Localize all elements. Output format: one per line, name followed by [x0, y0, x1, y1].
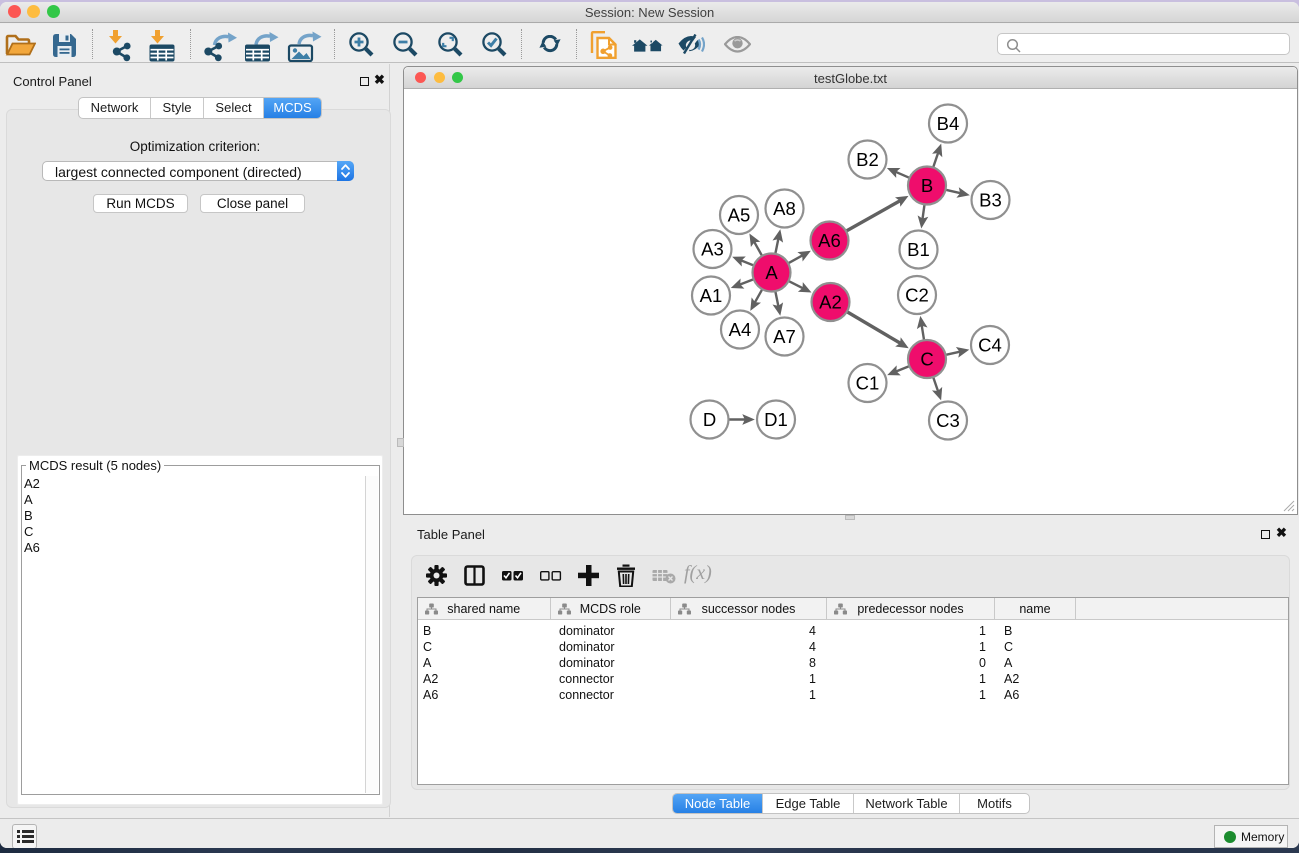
svg-text:C4: C4: [978, 335, 1002, 356]
svg-text:B: B: [921, 175, 933, 196]
svg-text:B3: B3: [979, 190, 1002, 211]
svg-text:A7: A7: [773, 326, 796, 347]
svg-text:D1: D1: [764, 409, 788, 430]
svg-text:A2: A2: [819, 292, 842, 313]
svg-text:B1: B1: [907, 239, 930, 260]
svg-text:C1: C1: [856, 373, 880, 394]
svg-text:B2: B2: [856, 149, 879, 170]
svg-text:B4: B4: [937, 113, 960, 134]
svg-text:A5: A5: [728, 205, 751, 226]
svg-text:C2: C2: [905, 285, 929, 306]
svg-text:A: A: [765, 262, 778, 283]
svg-text:A4: A4: [729, 319, 752, 340]
svg-text:D: D: [703, 409, 716, 430]
svg-text:A3: A3: [701, 239, 724, 260]
svg-text:C3: C3: [936, 410, 960, 431]
svg-text:A8: A8: [773, 198, 796, 219]
svg-text:A6: A6: [818, 230, 841, 251]
svg-text:C: C: [920, 349, 933, 370]
svg-text:A1: A1: [700, 285, 723, 306]
